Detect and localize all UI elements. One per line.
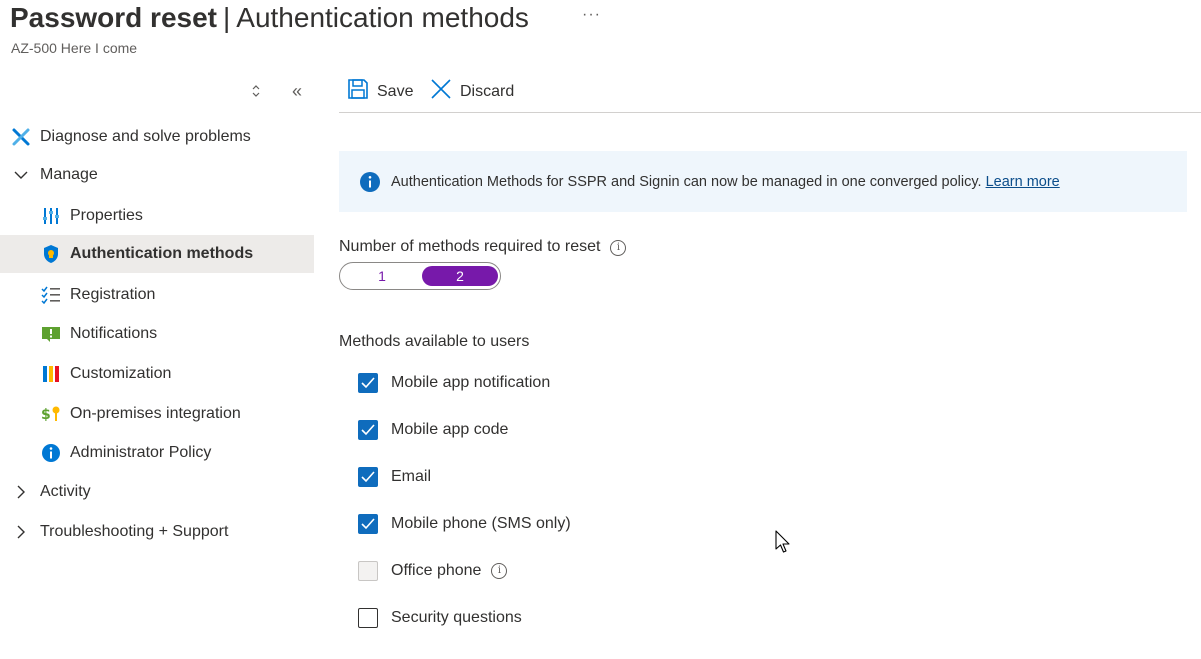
sidebar-item-label: Registration: [70, 286, 156, 303]
sidebar-item-on-premises-integration[interactable]: $ On-premises integration: [0, 395, 314, 433]
sidebar-item-notifications[interactable]: Notifications: [0, 315, 314, 353]
method-security-questions[interactable]: Security questions: [358, 608, 522, 628]
sidebar-item-label: Administrator Policy: [70, 444, 212, 461]
method-label: Mobile app notification: [391, 374, 551, 391]
method-email[interactable]: Email: [358, 467, 431, 487]
save-button[interactable]: Save: [347, 78, 413, 105]
checkbox[interactable]: [358, 467, 378, 487]
more-options-button[interactable]: ···: [582, 6, 601, 24]
chevron-down-icon: [10, 164, 32, 186]
save-icon: [347, 78, 377, 105]
discard-button[interactable]: Discard: [430, 78, 514, 105]
sidebar-item-registration[interactable]: Registration: [0, 276, 314, 314]
method-label: Office phone: [391, 562, 482, 579]
method-label: Email: [391, 468, 432, 485]
methods-required-text: Number of methods required to reset: [339, 238, 601, 255]
sidebar-item-label: Notifications: [70, 325, 158, 342]
sidebar-item-label: On-premises integration: [70, 405, 241, 422]
methods-option-1[interactable]: 1: [344, 266, 420, 286]
sort-updown-icon[interactable]: [251, 84, 261, 101]
sidebar-item-label: Manage: [40, 166, 98, 183]
close-icon: [430, 78, 460, 105]
customization-icon: [40, 363, 62, 385]
checklist-icon: [40, 284, 62, 306]
collapse-sidebar-button[interactable]: «: [292, 81, 302, 102]
sidebar-item-label: Diagnose and solve problems: [40, 128, 251, 145]
sidebar-item-authentication-methods[interactable]: Authentication methods: [0, 235, 314, 273]
method-label: Security questions: [391, 609, 522, 626]
methods-option-2[interactable]: 2: [422, 266, 498, 286]
learn-more-link[interactable]: Learn more: [986, 174, 1060, 190]
page-subtitle: AZ-500 Here I come: [11, 40, 138, 56]
page-title-main: Password reset: [10, 2, 217, 33]
chevron-right-icon: [10, 521, 32, 543]
method-mobile-app-notification[interactable]: Mobile app notification: [358, 373, 550, 393]
sidebar-item-diagnose[interactable]: Diagnose and solve problems: [0, 118, 314, 156]
sidebar-item-label: Customization: [70, 365, 172, 382]
info-icon[interactable]: i: [491, 563, 508, 579]
sidebar-item-properties[interactable]: Properties: [0, 197, 314, 235]
checkbox[interactable]: [358, 373, 378, 393]
checkmark-icon: [361, 471, 375, 483]
page-title-section: Authentication methods: [236, 2, 529, 33]
sidebar-item-administrator-policy[interactable]: Administrator Policy: [0, 434, 314, 472]
sidebar-item-label: Properties: [70, 207, 143, 224]
info-icon: [40, 442, 62, 464]
methods-required-label: Number of methods required to reset i: [339, 238, 627, 256]
sidebar-item-troubleshooting[interactable]: Troubleshooting + Support: [0, 513, 314, 551]
sidebar-item-customization[interactable]: Customization: [0, 355, 314, 393]
sidebar-item-activity[interactable]: Activity: [0, 473, 314, 511]
sidebar-item-manage[interactable]: Manage: [0, 156, 314, 194]
title-separator: |: [223, 2, 231, 33]
notification-icon: [40, 323, 62, 345]
method-mobile-phone[interactable]: Mobile phone (SMS only): [358, 514, 571, 534]
methods-available-label: Methods available to users: [339, 333, 530, 350]
checkbox[interactable]: [358, 561, 378, 581]
checkbox[interactable]: [358, 514, 378, 534]
checkbox[interactable]: [358, 608, 378, 628]
svg-text:$: $: [41, 407, 51, 423]
page-title: Password reset | Authentication methods: [10, 2, 529, 34]
save-label: Save: [377, 82, 414, 100]
sidebar-item-label: Troubleshooting + Support: [40, 523, 229, 540]
properties-icon: [40, 205, 62, 227]
checkmark-icon: [361, 424, 375, 436]
sidebar-item-label: Authentication methods: [70, 245, 254, 262]
method-mobile-app-code[interactable]: Mobile app code: [358, 420, 508, 440]
checkmark-icon: [361, 518, 375, 530]
discard-label: Discard: [460, 82, 515, 100]
info-icon: [359, 171, 381, 193]
shield-icon: [40, 243, 62, 265]
mouse-cursor-icon: [775, 530, 791, 559]
banner-text: Authentication Methods for SSPR and Sign…: [391, 173, 982, 190]
command-bar: Save Discard: [339, 76, 1201, 113]
methods-required-toggle[interactable]: 1 2: [339, 262, 501, 290]
checkmark-icon: [361, 377, 375, 389]
method-office-phone[interactable]: Office phone i: [358, 561, 508, 581]
checkbox[interactable]: [358, 420, 378, 440]
key-sync-icon: $: [40, 403, 62, 425]
info-banner: Authentication Methods for SSPR and Sign…: [339, 151, 1187, 212]
sidebar-item-label: Activity: [40, 483, 91, 500]
method-label: Mobile app code: [391, 421, 509, 438]
wrench-icon: [10, 126, 32, 148]
method-label: Mobile phone (SMS only): [391, 515, 571, 532]
chevron-right-icon: [10, 481, 32, 503]
info-icon[interactable]: i: [610, 240, 627, 256]
